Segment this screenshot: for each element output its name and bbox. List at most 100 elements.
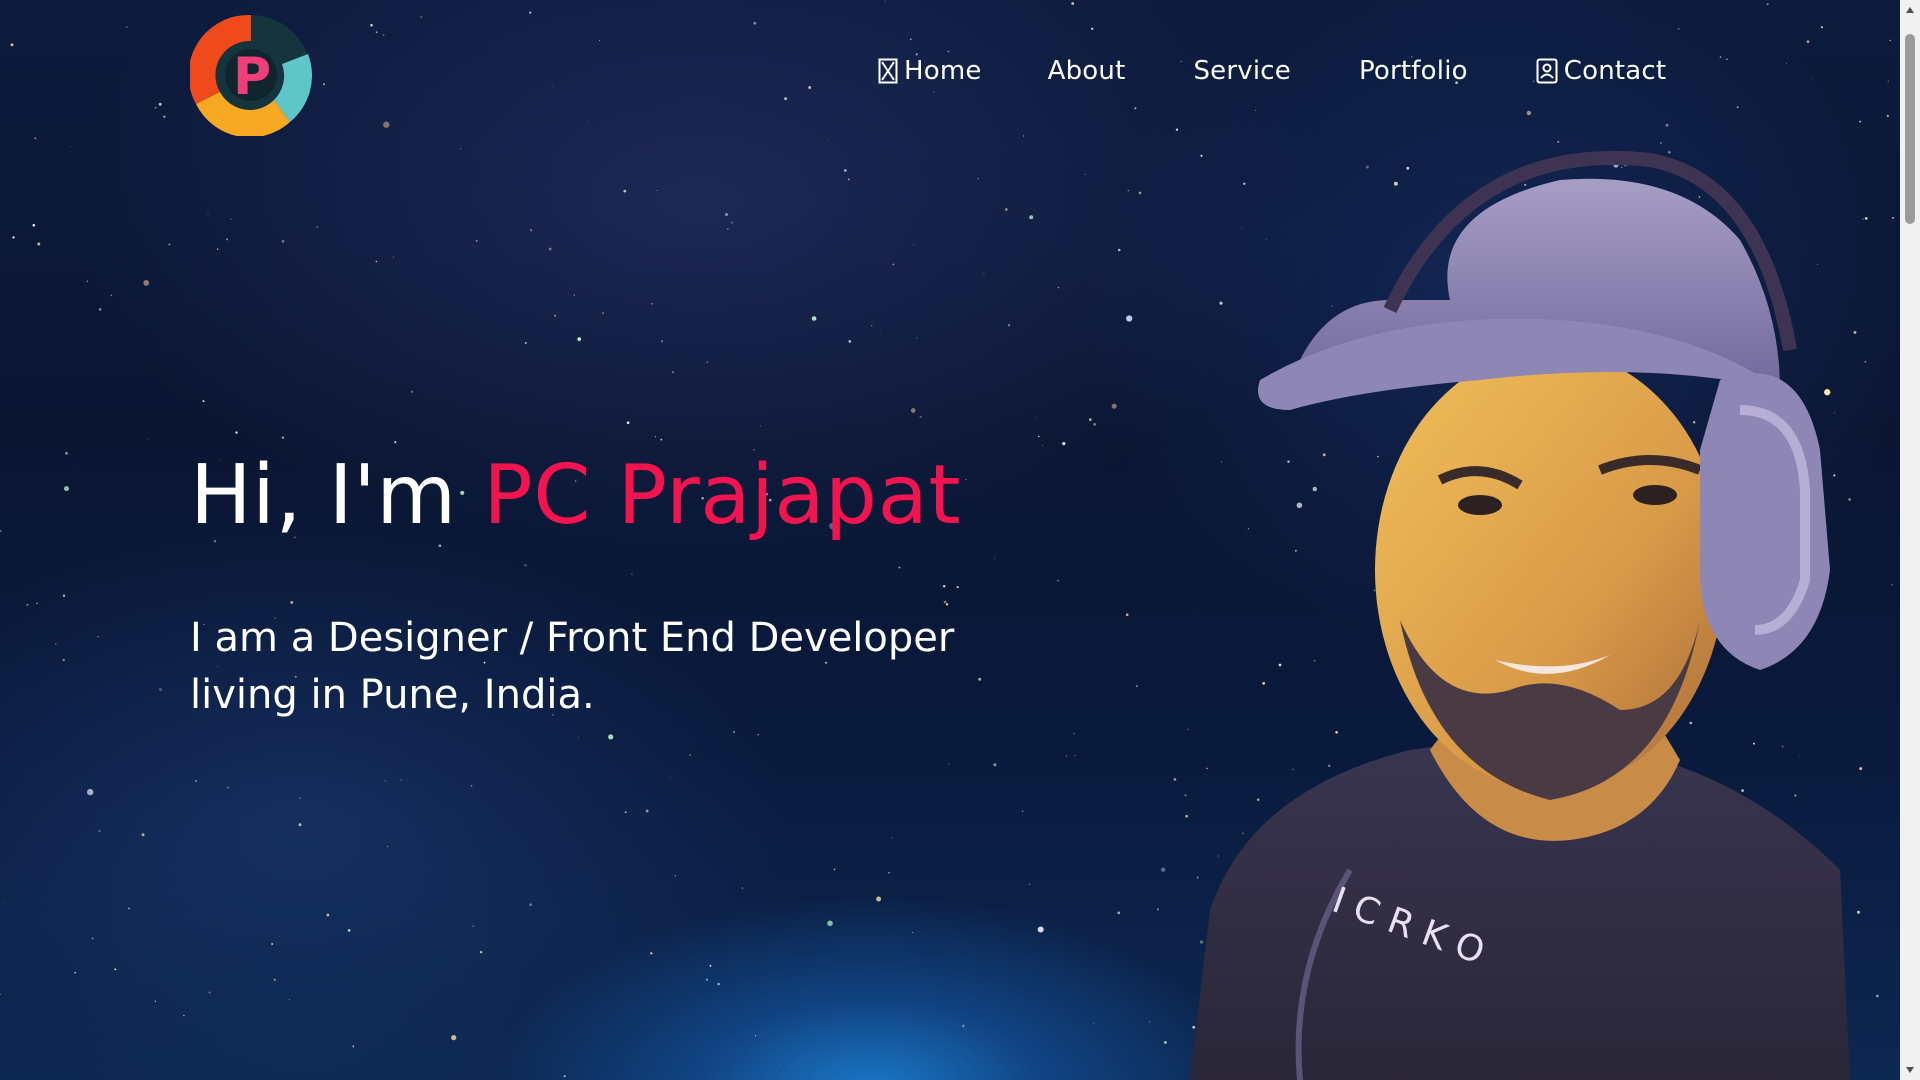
star <box>392 256 394 258</box>
star <box>114 968 117 971</box>
star <box>654 436 657 438</box>
star <box>400 779 402 781</box>
nav-home-label: Home <box>904 56 982 86</box>
star <box>913 244 915 246</box>
star <box>1526 110 1532 116</box>
nav-service-link[interactable]: Service <box>1193 56 1291 86</box>
star <box>207 213 209 215</box>
nav-about-link[interactable]: About <box>1048 56 1126 86</box>
star <box>1547 103 1549 105</box>
star <box>1057 579 1059 582</box>
star <box>656 189 658 192</box>
scrollbar-thumb[interactable] <box>1905 34 1915 224</box>
star <box>195 780 197 782</box>
star <box>1889 39 1891 42</box>
star <box>717 982 720 986</box>
star <box>598 39 601 42</box>
star <box>1117 248 1121 252</box>
nav-service-label: Service <box>1193 56 1291 86</box>
page-scrollbar[interactable] <box>1900 0 1920 1080</box>
profile-portrait-image: I C R K O <box>1190 150 1850 1080</box>
star <box>919 415 922 418</box>
star <box>1127 189 1130 192</box>
star <box>74 464 76 466</box>
star <box>1023 135 1025 137</box>
star <box>1034 417 1036 419</box>
star <box>689 754 691 756</box>
star <box>438 544 442 548</box>
star <box>34 137 37 140</box>
hourglass-icon <box>878 58 898 84</box>
star <box>948 763 950 765</box>
star <box>888 871 891 874</box>
star <box>1736 106 1739 109</box>
star <box>529 11 532 14</box>
hero-name: PC Prajapat <box>483 448 961 543</box>
star <box>19 267 21 269</box>
star <box>671 371 675 374</box>
star <box>62 658 65 662</box>
star <box>847 178 850 181</box>
star <box>1111 403 1117 409</box>
star <box>183 1014 185 1017</box>
star <box>1719 56 1722 58</box>
star <box>141 833 145 837</box>
star <box>910 408 916 413</box>
contact-card-icon <box>1536 58 1558 84</box>
nav-home-link[interactable]: Home <box>878 56 982 86</box>
star <box>1163 1041 1167 1044</box>
star <box>394 441 397 444</box>
star <box>163 115 166 118</box>
star <box>910 38 912 40</box>
star <box>475 239 478 242</box>
star <box>891 837 893 839</box>
star <box>55 643 57 645</box>
star <box>289 999 291 1001</box>
star <box>37 242 41 246</box>
star <box>168 243 171 246</box>
star <box>154 1000 157 1002</box>
star <box>1811 78 1813 79</box>
star <box>1138 191 1142 195</box>
nav-contact-link[interactable]: Contact <box>1536 56 1667 86</box>
star <box>1876 994 1879 998</box>
star <box>65 451 68 455</box>
star <box>1008 324 1011 327</box>
scroll-down-arrow-icon[interactable] <box>1900 1060 1920 1080</box>
star <box>946 603 949 606</box>
star <box>470 785 473 787</box>
star <box>36 602 38 605</box>
star <box>1665 123 1669 127</box>
star <box>916 337 918 339</box>
star <box>1677 27 1680 30</box>
star <box>298 823 302 827</box>
star <box>1117 911 1121 915</box>
star <box>375 31 378 34</box>
scroll-up-arrow-icon[interactable] <box>1900 0 1920 20</box>
star <box>370 23 373 27</box>
star <box>631 573 633 575</box>
star <box>10 43 14 47</box>
star <box>281 436 284 439</box>
star <box>12 236 15 239</box>
star <box>375 260 378 263</box>
nav-portfolio-link[interactable]: Portfolio <box>1359 56 1468 86</box>
star <box>1084 173 1086 175</box>
star <box>1029 215 1034 220</box>
star <box>384 780 386 782</box>
star <box>110 294 113 297</box>
star <box>347 929 351 932</box>
star <box>420 16 423 18</box>
star <box>645 809 649 813</box>
site-logo[interactable]: P <box>190 14 312 136</box>
star <box>1093 423 1096 426</box>
star <box>784 97 788 101</box>
star <box>386 846 388 848</box>
star <box>32 223 36 227</box>
nav-contact-label: Contact <box>1563 56 1667 86</box>
star <box>64 486 69 492</box>
star <box>993 763 997 767</box>
star <box>912 931 914 934</box>
star <box>74 971 77 974</box>
star <box>0 993 1 995</box>
